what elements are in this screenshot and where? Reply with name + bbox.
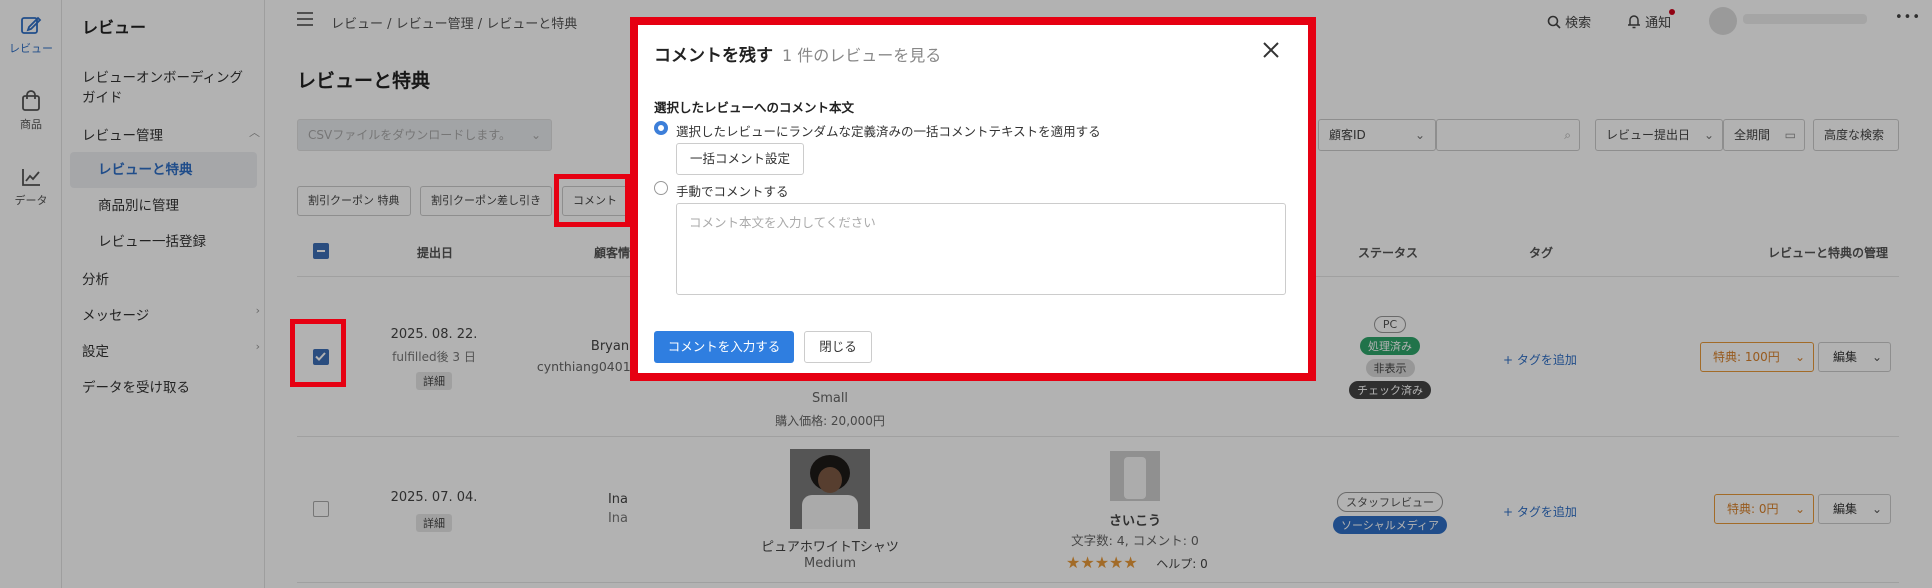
submit-comment-button[interactable]: コメントを入力する xyxy=(654,331,794,363)
radio-random-label: 選択したレビューにランダムな定義済みの一括コメントテキストを適用する xyxy=(676,124,1101,139)
modal-subtitle[interactable]: 1 件のレビューを見る xyxy=(782,42,941,66)
highlight-row-checkbox xyxy=(290,319,346,387)
radio-manual-label: 手動でコメントする xyxy=(676,184,789,199)
comment-body-label: 選択したレビューへのコメント本文 xyxy=(654,100,855,115)
highlight-comment-button xyxy=(554,174,630,227)
modal-title: コメントを残す xyxy=(654,46,773,66)
comment-modal: コメントを残す 1 件のレビューを見る 選択したレビューへのコメント本文 選択し… xyxy=(638,25,1308,373)
bulk-comment-settings-button[interactable]: 一括コメント設定 xyxy=(676,143,804,175)
radio-manual-comment[interactable] xyxy=(654,181,668,195)
comment-textarea[interactable]: コメント本文を入力してください xyxy=(676,203,1286,295)
close-icon[interactable] xyxy=(1262,37,1280,65)
radio-random-comment[interactable] xyxy=(654,121,668,135)
close-button[interactable]: 閉じる xyxy=(804,331,872,363)
